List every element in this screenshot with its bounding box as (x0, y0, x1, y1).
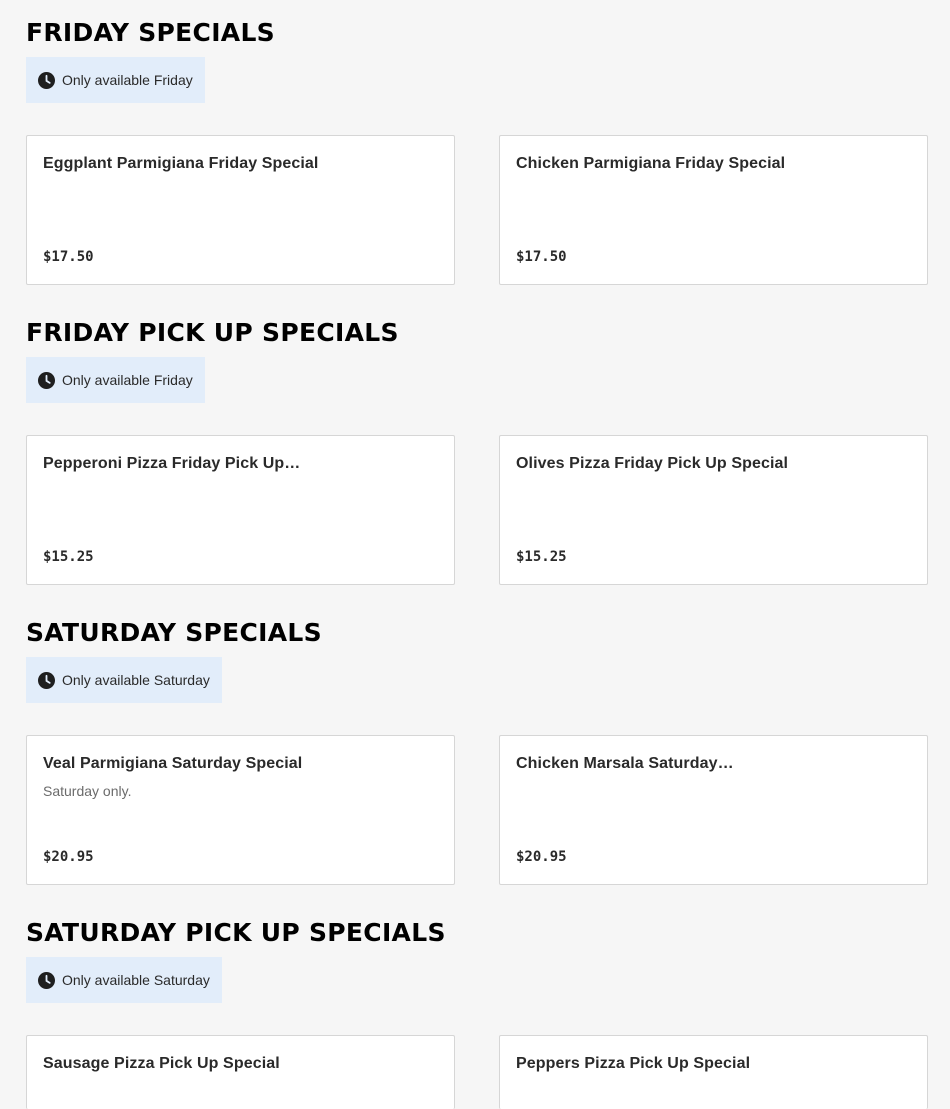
menu-item-card[interactable]: Olives Pizza Friday Pick Up Special $15.… (499, 435, 928, 585)
menu-item-card[interactable]: Sausage Pizza Pick Up Special (26, 1035, 455, 1109)
availability-text: Only available Saturday (62, 672, 210, 688)
menu-item-card[interactable]: Chicken Parmigiana Friday Special $17.50 (499, 135, 928, 285)
clock-icon (38, 971, 55, 989)
item-name: Veal Parmigiana Saturday Special (43, 755, 303, 772)
item-name: Olives Pizza Friday Pick Up Special (516, 455, 789, 472)
availability-text: Only available Friday (62, 72, 193, 88)
item-name: Chicken Marsala Saturday… (516, 755, 734, 772)
availability-badge: Only available Saturday (26, 957, 222, 1003)
item-name: Chicken Parmigiana Friday Special (516, 155, 786, 172)
item-name: Sausage Pizza Pick Up Special (43, 1055, 280, 1072)
item-price: $17.50 (516, 249, 567, 265)
section-title: SATURDAY PICK UP SPECIALS (26, 918, 446, 947)
menu-item-card[interactable]: Peppers Pizza Pick Up Special (499, 1035, 928, 1109)
item-price: $20.95 (516, 849, 567, 865)
menu-item-card[interactable]: Veal Parmigiana Saturday Special Saturda… (26, 735, 455, 885)
availability-text: Only available Saturday (62, 972, 210, 988)
section-title: FRIDAY SPECIALS (26, 18, 275, 47)
clock-icon (38, 71, 55, 89)
item-price: $15.25 (43, 549, 94, 565)
item-name: Eggplant Parmigiana Friday Special (43, 155, 319, 172)
availability-badge: Only available Friday (26, 57, 205, 103)
item-price: $15.25 (516, 549, 567, 565)
menu-item-card[interactable]: Chicken Marsala Saturday… $20.95 (499, 735, 928, 885)
item-price: $20.95 (43, 849, 94, 865)
clock-icon (38, 371, 55, 389)
menu-item-card[interactable]: Eggplant Parmigiana Friday Special $17.5… (26, 135, 455, 285)
section-title: SATURDAY SPECIALS (26, 618, 322, 647)
availability-text: Only available Friday (62, 372, 193, 388)
menu-item-card[interactable]: Pepperoni Pizza Friday Pick Up… $15.25 (26, 435, 455, 585)
availability-badge: Only available Saturday (26, 657, 222, 703)
section-title: FRIDAY PICK UP SPECIALS (26, 318, 399, 347)
item-description: Saturday only. (43, 783, 132, 799)
item-name: Peppers Pizza Pick Up Special (516, 1055, 751, 1072)
item-price: $17.50 (43, 249, 94, 265)
clock-icon (38, 671, 55, 689)
availability-badge: Only available Friday (26, 357, 205, 403)
item-name: Pepperoni Pizza Friday Pick Up… (43, 455, 301, 472)
